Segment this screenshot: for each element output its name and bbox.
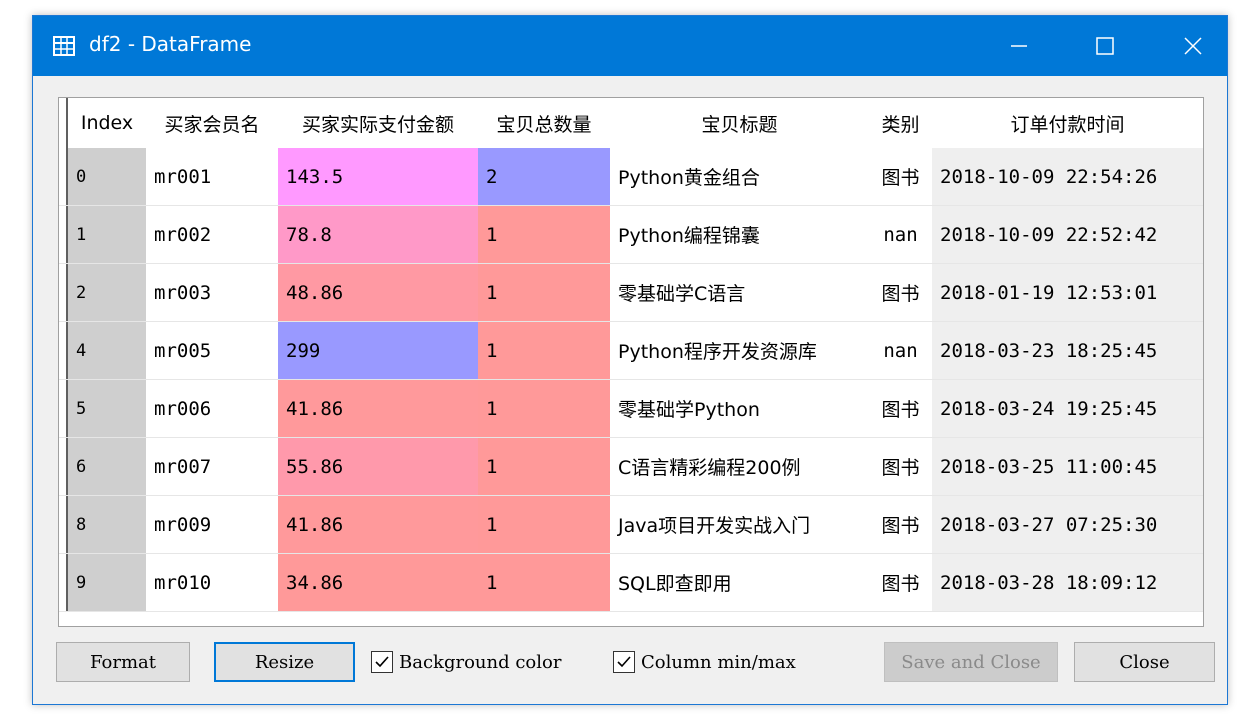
- member-cell[interactable]: mr007: [146, 438, 278, 495]
- window-title: df2 - DataFrame: [89, 32, 252, 56]
- column-header-paid[interactable]: 买家实际支付金额: [278, 98, 478, 148]
- table-row[interactable]: 6 mr007 55.86 1 C语言精彩编程200例 图书 2018-03-25 11:0…: [59, 438, 1203, 496]
- paid-cell[interactable]: 299: [278, 322, 478, 379]
- format-button[interactable]: Format: [56, 642, 190, 682]
- checkbox-icon[interactable]: [371, 651, 393, 673]
- row-index-cell[interactable]: 1: [66, 206, 146, 263]
- table-row[interactable]: 2 mr003 48.86 1 零基础学C语言 图书 2018-01-19 12:53:01: [59, 264, 1203, 322]
- row-index-cell[interactable]: 6: [66, 438, 146, 495]
- row-divider: [59, 611, 1203, 612]
- qty-cell[interactable]: 1: [478, 554, 610, 611]
- column-header-time[interactable]: 订单付款时间: [932, 98, 1203, 148]
- time-cell[interactable]: 2018-03-23 18:25:45: [932, 322, 1203, 379]
- title-cell[interactable]: Python黄金组合: [610, 148, 869, 205]
- minimize-button[interactable]: [989, 16, 1049, 76]
- category-cell[interactable]: 图书: [869, 496, 932, 553]
- paid-cell[interactable]: 48.86: [278, 264, 478, 321]
- title-bar[interactable]: df2 - DataFrame: [33, 16, 1227, 76]
- qty-cell[interactable]: 1: [478, 438, 610, 495]
- table-row[interactable]: 8 mr009 41.86 1 Java项目开发实战入门 图书 2018-03-27 07:…: [59, 496, 1203, 554]
- column-header-category[interactable]: 类别: [869, 98, 932, 148]
- member-cell[interactable]: mr005: [146, 322, 278, 379]
- category-cell[interactable]: 图书: [869, 554, 932, 611]
- save-and-close-button[interactable]: Save and Close: [884, 642, 1058, 682]
- column-min-max-checkbox[interactable]: Column min/max: [613, 646, 796, 678]
- time-cell[interactable]: 2018-03-25 11:00:45: [932, 438, 1203, 495]
- time-cell[interactable]: 2018-10-09 22:52:42: [932, 206, 1203, 263]
- table-row[interactable]: 1 mr002 78.8 1 Python编程锦囊 nan 2018-10-09 22:52…: [59, 206, 1203, 264]
- table-icon: [53, 36, 75, 56]
- column-header-index[interactable]: Index: [66, 98, 146, 148]
- time-cell[interactable]: 2018-03-28 18:09:12: [932, 554, 1203, 611]
- table-row[interactable]: 0 mr001 143.5 2 Python黄金组合 图书 2018-10-09 22:54…: [59, 148, 1203, 206]
- row-index-cell[interactable]: 4: [66, 322, 146, 379]
- time-cell[interactable]: 2018-01-19 12:53:01: [932, 264, 1203, 321]
- title-cell[interactable]: Python编程锦囊: [610, 206, 869, 263]
- background-color-label: Background color: [399, 651, 562, 673]
- close-button[interactable]: Close: [1074, 642, 1215, 682]
- paid-cell[interactable]: 143.5: [278, 148, 478, 205]
- column-header-member[interactable]: 买家会员名: [146, 98, 278, 148]
- table-row[interactable]: 4 mr005 299 1 Python程序开发资源库 nan 2018-03-23 18:…: [59, 322, 1203, 380]
- title-cell[interactable]: Java项目开发实战入门: [610, 496, 869, 553]
- maximize-button[interactable]: [1075, 16, 1135, 76]
- category-cell[interactable]: 图书: [869, 380, 932, 437]
- column-min-max-label: Column min/max: [641, 651, 796, 673]
- category-cell[interactable]: 图书: [869, 148, 932, 205]
- dataframe-window: df2 - DataFrame Index 买家会员名 买家实际支付金额 宝贝总…: [32, 15, 1228, 705]
- row-index-cell[interactable]: 0: [66, 148, 146, 205]
- qty-cell[interactable]: 1: [478, 264, 610, 321]
- paid-cell[interactable]: 41.86: [278, 380, 478, 437]
- qty-cell[interactable]: 1: [478, 322, 610, 379]
- member-cell[interactable]: mr002: [146, 206, 278, 263]
- row-index-cell[interactable]: 5: [66, 380, 146, 437]
- title-cell[interactable]: 零基础学Python: [610, 380, 869, 437]
- member-cell[interactable]: mr003: [146, 264, 278, 321]
- dataframe-table[interactable]: Index 买家会员名 买家实际支付金额 宝贝总数量 宝贝标题 类别 订单付款时…: [58, 97, 1204, 627]
- close-window-button[interactable]: [1163, 16, 1223, 76]
- column-header-title[interactable]: 宝贝标题: [610, 98, 869, 148]
- category-cell[interactable]: nan: [869, 206, 932, 263]
- category-cell[interactable]: 图书: [869, 438, 932, 495]
- member-cell[interactable]: mr001: [146, 148, 278, 205]
- maximize-icon: [1096, 37, 1114, 55]
- column-header-qty[interactable]: 宝贝总数量: [478, 98, 610, 148]
- row-index-cell[interactable]: 2: [66, 264, 146, 321]
- paid-cell[interactable]: 55.86: [278, 438, 478, 495]
- time-cell[interactable]: 2018-03-24 19:25:45: [932, 380, 1203, 437]
- resize-button[interactable]: Resize: [214, 642, 355, 682]
- category-cell[interactable]: 图书: [869, 264, 932, 321]
- table-header: Index 买家会员名 买家实际支付金额 宝贝总数量 宝贝标题 类别 订单付款时…: [59, 98, 1203, 148]
- title-cell[interactable]: 零基础学C语言: [610, 264, 869, 321]
- title-cell[interactable]: Python程序开发资源库: [610, 322, 869, 379]
- row-index-cell[interactable]: 8: [66, 496, 146, 553]
- minimize-icon: [1011, 45, 1027, 47]
- time-cell[interactable]: 2018-10-09 22:54:26: [932, 148, 1203, 205]
- paid-cell[interactable]: 41.86: [278, 496, 478, 553]
- table-row[interactable]: 5 mr006 41.86 1 零基础学Python 图书 2018-03-24 19:25…: [59, 380, 1203, 438]
- title-cell[interactable]: C语言精彩编程200例: [610, 438, 869, 495]
- qty-cell[interactable]: 1: [478, 496, 610, 553]
- category-cell[interactable]: nan: [869, 322, 932, 379]
- checkbox-icon[interactable]: [613, 651, 635, 673]
- table-row[interactable]: 9 mr010 34.86 1 SQL即查即用 图书 2018-03-28 18:09:12: [59, 554, 1203, 612]
- time-cell[interactable]: 2018-03-27 07:25:30: [932, 496, 1203, 553]
- background-color-checkbox[interactable]: Background color: [371, 646, 561, 678]
- qty-cell[interactable]: 2: [478, 148, 610, 205]
- paid-cell[interactable]: 34.86: [278, 554, 478, 611]
- paid-cell[interactable]: 78.8: [278, 206, 478, 263]
- member-cell[interactable]: mr009: [146, 496, 278, 553]
- button-bar: Format Resize Background color Column mi…: [33, 636, 1227, 686]
- title-cell[interactable]: SQL即查即用: [610, 554, 869, 611]
- member-cell[interactable]: mr006: [146, 380, 278, 437]
- row-index-cell[interactable]: 9: [66, 554, 146, 611]
- close-icon: [1184, 37, 1202, 55]
- member-cell[interactable]: mr010: [146, 554, 278, 611]
- qty-cell[interactable]: 1: [478, 380, 610, 437]
- qty-cell[interactable]: 1: [478, 206, 610, 263]
